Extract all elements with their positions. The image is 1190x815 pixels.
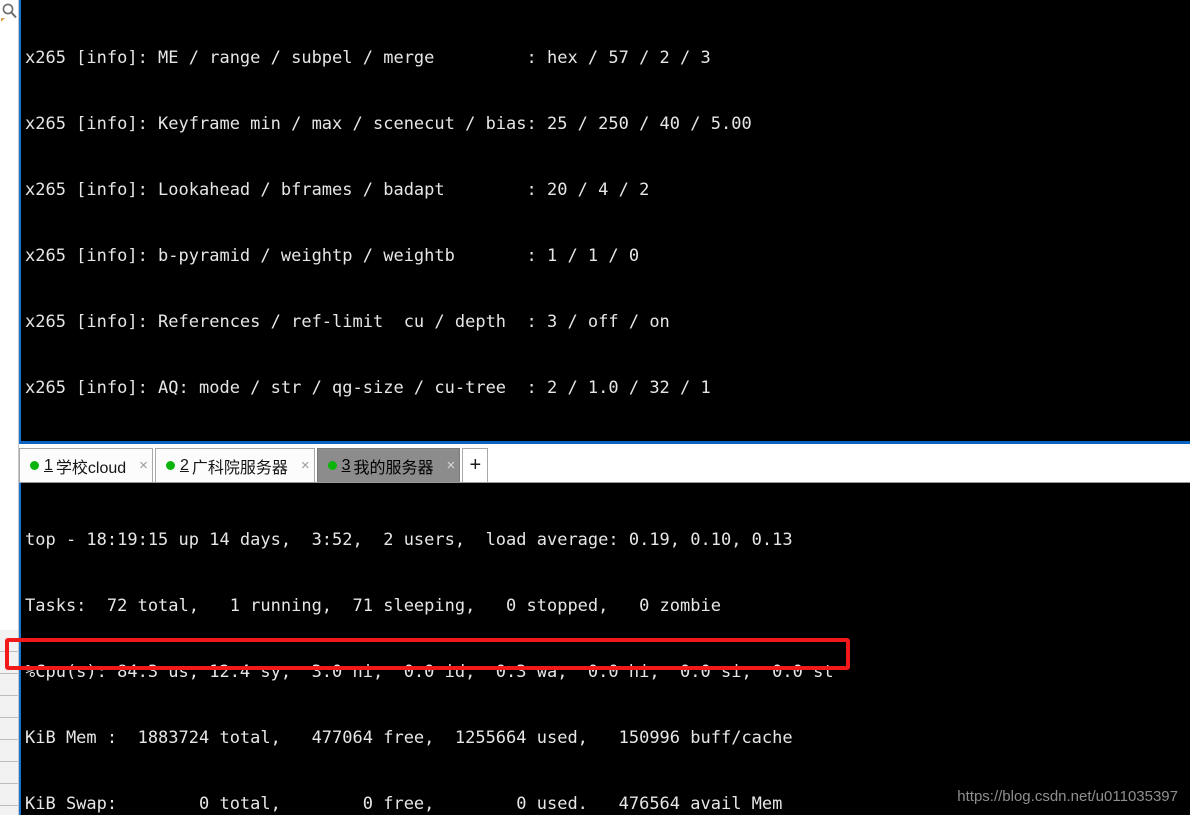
terminal-line: x265 [info]: Rate Control / qCompress : … [25,443,1190,444]
tab-number: 1 [44,456,53,474]
close-icon[interactable]: × [301,458,310,473]
lower-terminal-output: top - 18:19:15 up 14 days, 3:52, 2 users… [21,483,1190,815]
tab-1[interactable]: 1 学校cloud × [19,448,153,482]
terminal-line: x265 [info]: References / ref-limit cu /… [25,312,670,332]
tab-status-dot-icon [327,461,337,470]
tab-number: 2 [179,456,189,474]
tab-status-dot-icon [165,461,175,470]
gutter-row [0,784,18,806]
top-summary-line: Tasks: 72 total, 1 running, 71 sleeping,… [25,596,721,616]
gutter-row [0,740,18,762]
terminal-line: x265 [info]: Lookahead / bframes / badap… [25,180,650,200]
gutter-row [0,718,18,740]
gutter-row [0,652,18,674]
tab-label: 广科院服务器 [191,459,288,477]
new-tab-button[interactable]: + [462,448,489,482]
session-tab-bar: 1 学校cloud × 2 广科院服务器 × 3 我的服务器 × + [19,447,1190,483]
left-gutter [0,0,19,815]
close-icon[interactable]: × [139,458,148,473]
tab-3[interactable]: 3 我的服务器 × [316,448,461,482]
tab-number: 3 [341,456,351,474]
tab-label: 学校cloud [55,459,127,477]
gutter-row [0,630,18,652]
magnifier-icon[interactable] [1,2,18,22]
top-summary-line: KiB Mem : 1883724 total, 477064 free, 12… [25,728,793,748]
upper-terminal-panel[interactable]: x265 [info]: ME / range / subpel / merge… [19,0,1190,444]
top-summary-line: top - 18:19:15 up 14 days, 3:52, 2 users… [25,530,793,550]
gutter-row [0,762,18,784]
terminal-line: x265 [info]: AQ: mode / str / qg-size / … [25,378,711,398]
top-summary-line: %Cpu(s): 84.3 us, 12.4 sy, 3.0 ni, 0.0 i… [25,662,834,682]
terminal-line: x265 [info]: Keyframe min / max / scenec… [25,114,752,134]
gutter-row [0,674,18,696]
upper-terminal-output: x265 [info]: ME / range / subpel / merge… [21,0,1190,444]
screenshot-root: x265 [info]: ME / range / subpel / merge… [0,0,1190,815]
gutter-row [0,696,18,718]
tab-label: 我的服务器 [353,459,434,477]
watermark-text: https://blog.csdn.net/u011035397 [957,788,1178,805]
terminal-line: x265 [info]: ME / range / subpel / merge… [25,48,711,68]
terminal-line: x265 [info]: b-pyramid / weightp / weigh… [25,246,640,266]
lower-terminal-panel[interactable]: top - 18:19:15 up 14 days, 3:52, 2 users… [19,483,1190,815]
close-icon[interactable]: × [447,458,456,473]
tab-2[interactable]: 2 广科院服务器 × [154,448,315,482]
tab-status-dot-icon [30,461,39,470]
gutter-row-list [0,630,18,815]
